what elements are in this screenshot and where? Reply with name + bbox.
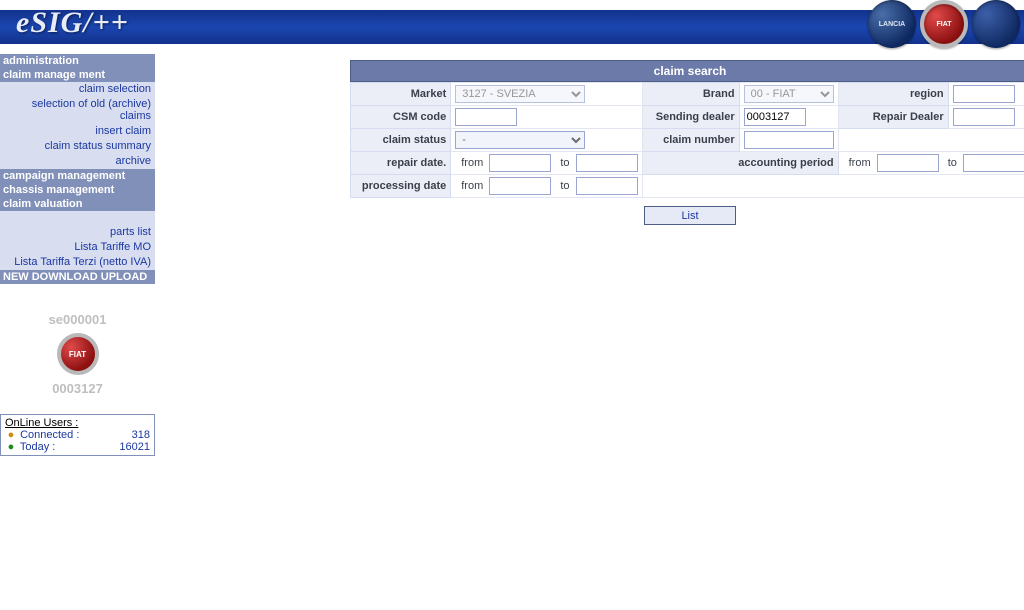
sidebar: administration claim manage ment claim s… — [0, 54, 155, 456]
top-banner: eSIG/++ LANCIA FIAT — [0, 0, 1024, 54]
repair-date-from-input[interactable] — [489, 154, 551, 172]
claim-number-input[interactable] — [744, 131, 834, 149]
sidebar-item-lista-tariffe[interactable]: Lista Tariffe MO — [0, 240, 155, 255]
label-repair-dealer: Repair Dealer — [838, 106, 948, 129]
list-button[interactable]: List — [644, 206, 736, 225]
online-connected-label: Connected : — [20, 429, 79, 441]
label-to-3: to — [554, 180, 572, 192]
label-from-2: from — [843, 157, 874, 169]
sidebar-item-archive[interactable]: archive — [0, 154, 155, 169]
repair-date-to-input[interactable] — [576, 154, 638, 172]
label-repair-date: repair date. — [351, 152, 451, 175]
sidebar-spacer — [0, 211, 155, 225]
brand-select[interactable]: 00 - FIAT — [744, 85, 834, 103]
sidebar-item-parts-list[interactable]: parts list — [0, 225, 155, 240]
sidebar-item-insert-claim[interactable]: insert claim — [0, 124, 155, 139]
label-claim-status: claim status — [351, 129, 451, 152]
fiat-logo-icon: FIAT — [57, 333, 99, 375]
online-connected-value: 318 — [132, 429, 150, 441]
accounting-to-input[interactable] — [963, 154, 1024, 172]
label-sending-dealer: Sending dealer — [642, 106, 739, 129]
brand-badges: LANCIA FIAT — [868, 0, 1020, 48]
extra-badge-icon — [972, 0, 1020, 48]
sidebar-group-campaign[interactable]: campaign management — [0, 169, 155, 183]
label-to-1: to — [554, 157, 572, 169]
region-input[interactable] — [953, 85, 1015, 103]
sidebar-group-chassis[interactable]: chassis management — [0, 183, 155, 197]
fiat-badge-icon: FIAT — [920, 0, 968, 48]
accounting-from-input[interactable] — [877, 154, 939, 172]
label-market: Market — [351, 83, 451, 106]
label-region: region — [838, 83, 948, 106]
main-area: claim search Market 3127 - SVEZIA Brand … — [155, 54, 1024, 239]
user-dealer: 0003127 — [0, 381, 155, 396]
sidebar-group-claim-management[interactable]: claim manage ment — [0, 68, 155, 82]
lancia-badge-icon: LANCIA — [868, 0, 916, 48]
label-from-3: from — [455, 180, 486, 192]
sidebar-download[interactable]: NEW DOWNLOAD UPLOAD — [0, 270, 155, 284]
user-code: se000001 — [0, 312, 155, 327]
panel-title: claim search — [350, 60, 1024, 82]
label-from-1: from — [455, 157, 486, 169]
sidebar-group-administration[interactable]: administration — [0, 54, 155, 68]
label-brand: Brand — [642, 83, 739, 106]
claim-search-panel: claim search Market 3127 - SVEZIA Brand … — [350, 60, 1024, 233]
market-select[interactable]: 3127 - SVEZIA — [455, 85, 585, 103]
label-csm-code: CSM code — [351, 106, 451, 129]
sidebar-item-archive-claims[interactable]: selection of old (archive) claims — [0, 97, 155, 124]
button-row: List — [350, 198, 1024, 233]
app-logo: eSIG/++ — [16, 6, 129, 40]
users-icon: ● — [5, 441, 17, 453]
processing-to-input[interactable] — [576, 177, 638, 195]
sidebar-group-valuation[interactable]: claim valuation — [0, 197, 155, 211]
online-title: OnLine Users : — [5, 417, 150, 429]
processing-from-input[interactable] — [489, 177, 551, 195]
sidebar-item-lista-terzi[interactable]: Lista Tariffa Terzi (netto IVA) — [0, 255, 155, 270]
search-form: Market 3127 - SVEZIA Brand 00 - FIAT reg… — [350, 82, 1024, 198]
online-today-value: 16021 — [119, 441, 150, 453]
claim-status-select[interactable]: - — [455, 131, 585, 149]
repair-dealer-input[interactable] — [953, 108, 1015, 126]
sidebar-user-box: se000001 FIAT 0003127 — [0, 284, 155, 406]
sending-dealer-input[interactable] — [744, 108, 806, 126]
label-accounting-period: accounting period — [642, 152, 838, 175]
label-to-2: to — [942, 157, 960, 169]
csm-code-input[interactable] — [455, 108, 517, 126]
label-claim-number: claim number — [642, 129, 739, 152]
sidebar-item-claim-status[interactable]: claim status summary — [0, 139, 155, 154]
user-icon: ● — [5, 429, 17, 441]
online-users-box: OnLine Users : ● Connected : 318 ● Today… — [0, 414, 155, 456]
label-processing-date: processing date — [351, 175, 451, 198]
sidebar-item-claim-selection[interactable]: claim selection — [0, 82, 155, 97]
online-today-label: Today : — [20, 441, 55, 453]
